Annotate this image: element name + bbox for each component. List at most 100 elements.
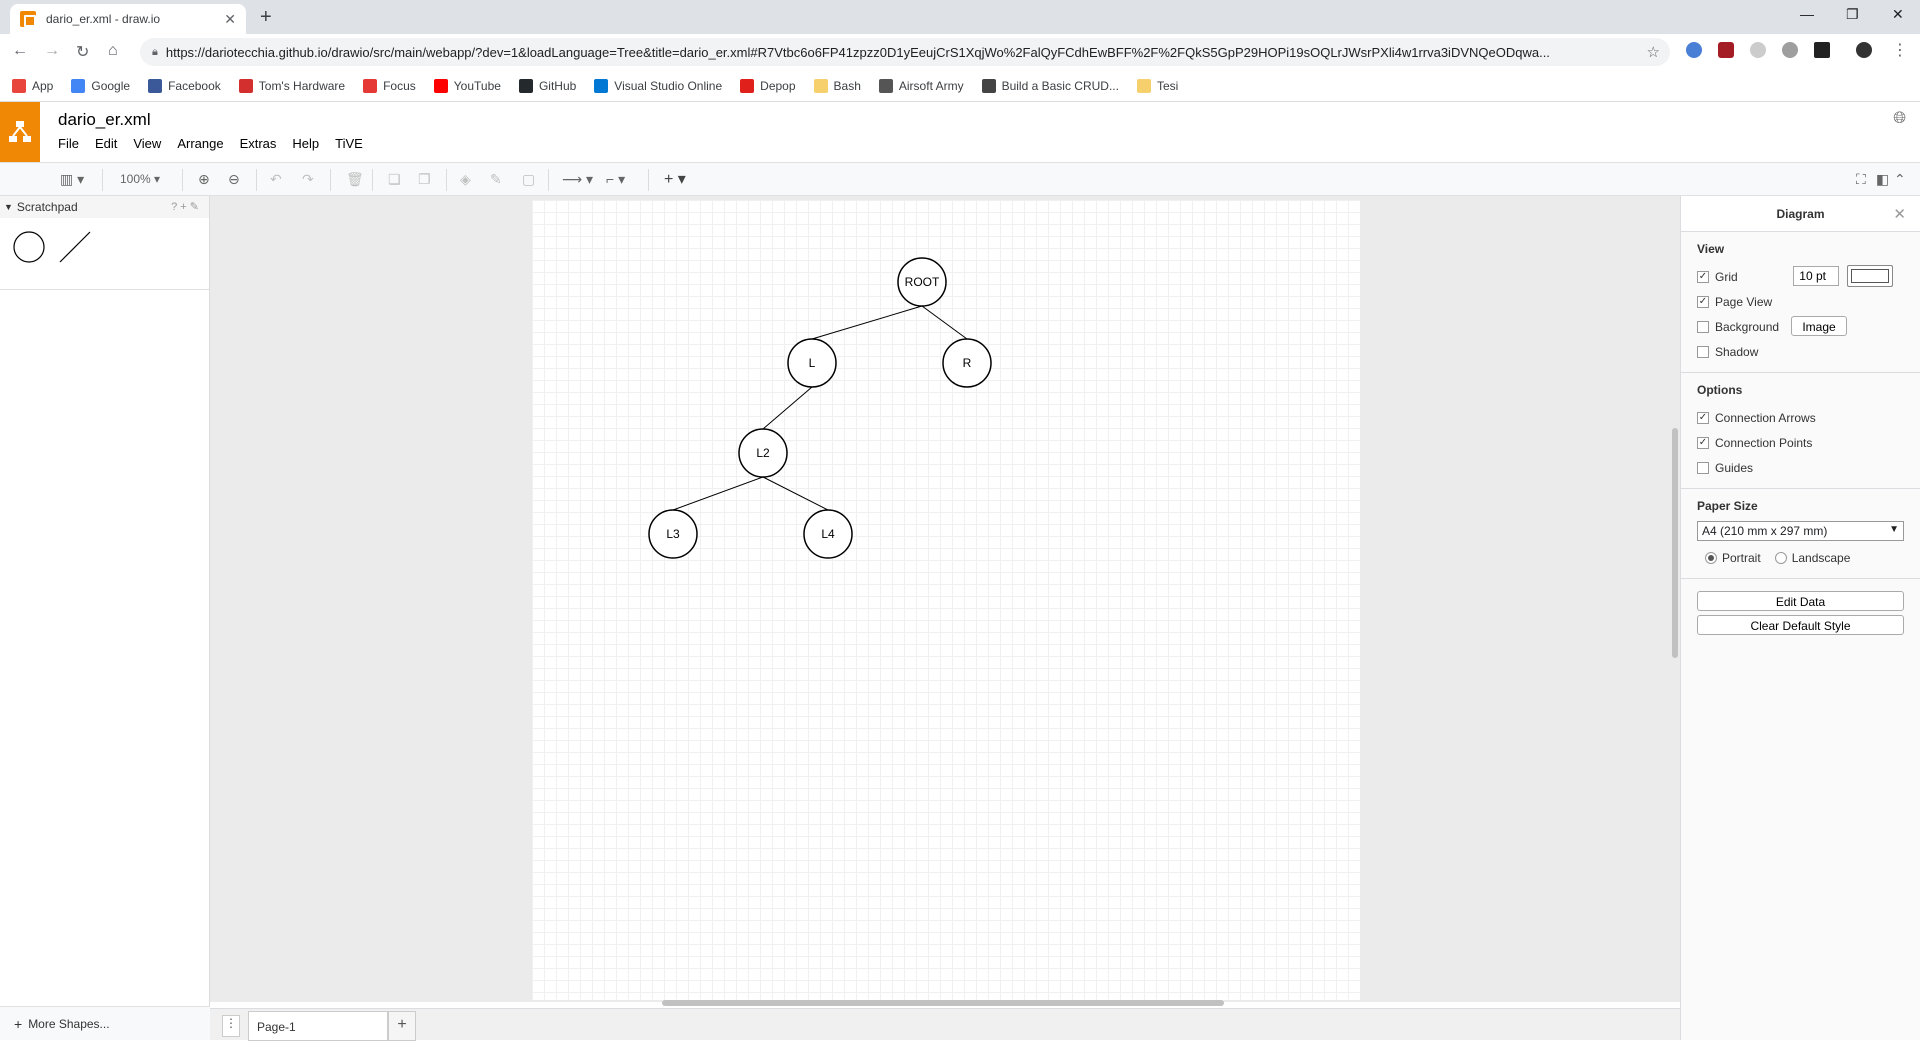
line-shape[interactable] (58, 230, 92, 264)
tree-diagram[interactable]: ROOT L R L2 L3 L4 (532, 200, 1360, 1000)
tree-node-l3[interactable]: L3 (648, 509, 698, 559)
tab-close-icon[interactable]: ✕ (224, 11, 236, 28)
background-checkbox[interactable] (1697, 320, 1709, 333)
tree-node-l4[interactable]: L4 (803, 509, 853, 559)
format-panel-toggle-icon[interactable]: ▥ ▾ (60, 171, 84, 188)
line-color-icon[interactable]: ✎ (490, 171, 502, 188)
bookmark-item[interactable]: Visual Studio Online (594, 78, 722, 93)
guides-checkbox[interactable] (1697, 461, 1709, 474)
delete-icon[interactable]: 🗑︎ (346, 171, 364, 188)
page-tab[interactable]: Page-1 (248, 1011, 388, 1041)
menu-item-help[interactable]: Help (292, 136, 319, 151)
zoom-out-icon[interactable]: ⊖ (228, 171, 240, 188)
tree-node-r[interactable]: R (942, 338, 992, 388)
bookmark-item[interactable]: GitHub (518, 78, 576, 93)
landscape-radio[interactable] (1774, 551, 1787, 564)
ublock-icon[interactable] (1718, 42, 1734, 58)
forward-icon[interactable]: → (44, 42, 60, 60)
ellipse-shape[interactable] (12, 230, 46, 264)
back-icon[interactable]: ← (12, 42, 28, 60)
extension-icon[interactable] (1750, 42, 1766, 58)
page-view-checkbox[interactable]: ✓ (1697, 295, 1709, 308)
edge-root-l[interactable] (811, 305, 923, 340)
edge-l2-l3[interactable] (672, 476, 764, 511)
zoom-in-icon[interactable]: ⊕ (198, 171, 210, 188)
to-front-icon[interactable]: ❏ (388, 171, 401, 188)
edge-l-l2[interactable] (762, 386, 813, 430)
bookmark-star-icon[interactable]: ☆ (1647, 43, 1660, 61)
vertical-scrollbar[interactable] (1672, 428, 1678, 658)
extension-icon[interactable] (1782, 42, 1798, 58)
menu-item-file[interactable]: File (58, 136, 79, 151)
connection-points-checkbox[interactable]: ✓ (1697, 436, 1709, 449)
pages-menu-icon[interactable]: ⋮ (222, 1015, 240, 1037)
bookmark-item[interactable]: Build a Basic CRUD... (981, 78, 1119, 93)
bookmark-item[interactable]: Airsoft Army (878, 78, 964, 93)
edge-root-r[interactable] (921, 305, 968, 340)
grid-size-input[interactable] (1793, 266, 1839, 286)
portrait-radio[interactable] (1705, 551, 1717, 564)
bookmark-item[interactable]: Google (71, 78, 130, 93)
connection-icon[interactable]: ⟶ ▾ (562, 171, 593, 188)
profile-avatar[interactable] (1856, 42, 1872, 58)
minimize-icon[interactable]: — (1800, 6, 1814, 22)
bookmark-item[interactable]: Facebook (148, 78, 221, 93)
close-icon[interactable]: ✕ (1893, 205, 1906, 223)
language-globe-icon[interactable]: 🌐︎ (1893, 110, 1906, 128)
bookmark-item[interactable]: Depop (740, 78, 796, 93)
clear-default-style-button[interactable]: Clear Default Style (1697, 615, 1904, 635)
bookmark-item[interactable]: Tesi (1136, 78, 1178, 93)
paper-size-select[interactable]: A4 (210 mm x 297 mm) ▼ (1697, 521, 1904, 541)
grid-checkbox[interactable]: ✓ (1697, 270, 1709, 283)
add-page-icon[interactable]: + (388, 1011, 416, 1041)
new-tab-icon[interactable]: + (260, 6, 272, 29)
insert-icon[interactable]: + ▾ (664, 169, 686, 189)
fullscreen-icon[interactable]: ⛶ (1856, 171, 1866, 188)
extension-icon[interactable] (1686, 42, 1702, 58)
more-shapes-button[interactable]: + More Shapes... (0, 1006, 210, 1040)
bookmark-item[interactable]: Focus (363, 78, 416, 93)
fill-color-icon[interactable]: ◈ (460, 171, 471, 188)
tree-node-l[interactable]: L (787, 338, 837, 388)
format-panel-icon[interactable]: ◧ (1876, 171, 1889, 188)
grid-color-swatch[interactable] (1847, 265, 1893, 287)
waypoints-icon[interactable]: ⌐ ▾ (606, 171, 625, 188)
bookmark-item[interactable]: YouTube (433, 78, 501, 93)
reload-icon[interactable]: ↻ (76, 42, 89, 62)
url-text[interactable]: https://dariotecchia.github.io/drawio/sr… (166, 45, 1636, 60)
image-button[interactable]: Image (1791, 316, 1847, 336)
bookmark-item[interactable]: Tom's Hardware (238, 78, 345, 93)
zoom-level[interactable]: 100% ▾ (120, 172, 160, 186)
scratchpad-tools[interactable]: ? + ✎ (171, 200, 199, 213)
redo-icon[interactable]: ↷ (302, 171, 314, 188)
extension-icon[interactable] (1814, 42, 1830, 58)
edge-l2-l4[interactable] (762, 476, 829, 511)
menu-item-edit[interactable]: Edit (95, 136, 117, 151)
menu-item-extras[interactable]: Extras (240, 136, 277, 151)
undo-icon[interactable]: ↶ (270, 171, 282, 188)
menu-item-view[interactable]: View (133, 136, 161, 151)
edit-data-button[interactable]: Edit Data (1697, 591, 1904, 611)
window-close-icon[interactable]: ✕ (1892, 6, 1904, 23)
lock-icon[interactable]: 🔒︎ (152, 46, 158, 59)
tree-node-root[interactable]: ROOT (897, 257, 947, 307)
bookmark-item[interactable]: Bash (813, 78, 861, 93)
restore-icon[interactable]: ❐ (1846, 6, 1859, 23)
file-name[interactable]: dario_er.xml (58, 110, 151, 130)
scratchpad-header[interactable]: ▼ Scratchpad ? + ✎ (0, 196, 209, 218)
menu-item-tive[interactable]: TiVE (335, 136, 363, 151)
bookmark-item[interactable]: App (12, 78, 53, 93)
collapse-icon[interactable]: ⌃ (1894, 171, 1906, 188)
browser-tab[interactable]: dario_er.xml - draw.io ✕ (10, 4, 246, 34)
shadow-checkbox[interactable] (1697, 345, 1709, 358)
to-back-icon[interactable]: ❐ (418, 171, 431, 188)
diagram-page[interactable]: ROOT L R L2 L3 L4 (532, 200, 1360, 1000)
horizontal-scrollbar[interactable] (662, 1000, 1224, 1006)
home-icon[interactable]: ⌂ (108, 42, 118, 60)
shadow-icon[interactable]: ▢ (522, 171, 535, 188)
tree-node-l2[interactable]: L2 (738, 428, 788, 478)
connection-arrows-checkbox[interactable]: ✓ (1697, 411, 1709, 424)
browser-menu-icon[interactable]: ⋮ (1892, 40, 1908, 60)
diagram-canvas[interactable]: ROOT L R L2 L3 L4 (210, 196, 1680, 1002)
menu-item-arrange[interactable]: Arrange (177, 136, 223, 151)
